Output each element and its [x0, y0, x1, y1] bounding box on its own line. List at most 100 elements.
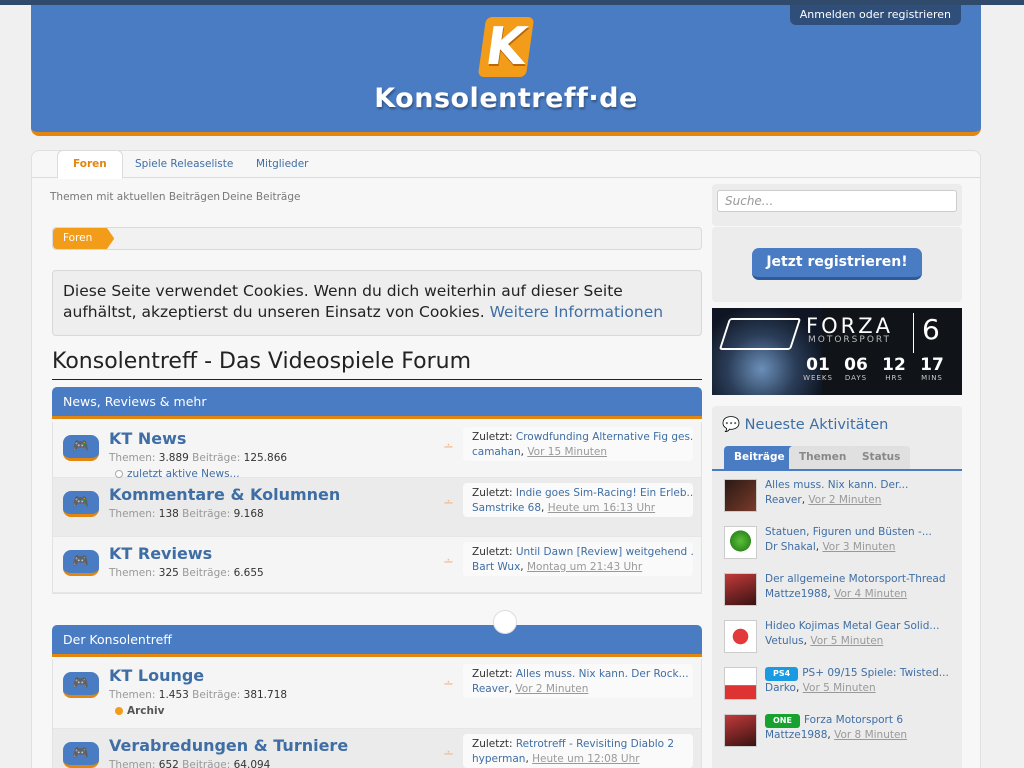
last-post-user[interactable]: Reaver [472, 683, 509, 695]
forum-stats: Themen: 1.453 Beiträge: 381.718 [109, 689, 288, 701]
activity-title[interactable]: 💬 Neueste Aktivitäten [722, 416, 888, 433]
last-post-link[interactable]: Crowdfunding Alternative Fig ges... [516, 431, 693, 443]
last-post-time[interactable]: Vor 15 Minuten [527, 446, 607, 458]
activity-time[interactable]: Vor 4 Minuten [834, 588, 907, 600]
activity-time[interactable]: Vor 5 Minuten [803, 682, 876, 694]
search-input[interactable]: Suche... [717, 190, 957, 212]
category-header-konsolentreff[interactable]: Der Konsolentreff [52, 625, 702, 657]
activity-box: 💬 Neueste Aktivitäten Beiträge Themen St… [712, 406, 962, 768]
forza-countdown-banner[interactable]: FORZA MOTORSPORT 6 01 WEEKS 06 DAYS 12 HRS … [712, 308, 962, 395]
activity-thread-link[interactable]: Hideo Kojimas Metal Gear Solid... [765, 620, 939, 632]
last-post: Zuletzt: Retrotreff - Revisiting Diablo … [463, 734, 693, 768]
forum-title[interactable]: Verabredungen & Turniere [109, 736, 348, 755]
avatar[interactable] [724, 526, 757, 559]
activity-thread-link[interactable]: Statuen, Figuren und Büsten -... [765, 526, 932, 538]
register-button[interactable]: Jetzt registrieren! [752, 248, 922, 280]
avatar[interactable] [724, 479, 757, 512]
title-divider [52, 379, 702, 380]
gamepad-icon: 🎮 [63, 672, 99, 698]
last-post-user[interactable]: hyperman [472, 753, 525, 765]
countdown-days: 06 DAYS [844, 355, 868, 382]
avatar[interactable] [724, 573, 757, 606]
main-nav: Foren Spiele Releaseliste Mitglieder [32, 150, 980, 179]
subnav-my-posts[interactable]: Deine Beiträge [222, 191, 301, 203]
tab-themen[interactable]: Themen [789, 446, 857, 469]
last-post-user[interactable]: Bart Wux [472, 561, 520, 573]
activity-user[interactable]: Vetulus [765, 635, 804, 647]
site-logo[interactable]: K Konsolentreff·de [31, 17, 981, 114]
activity-item: Alles muss. Nix kann. Der... Reaver, Vor … [724, 479, 959, 519]
tab-spiele-releaseliste[interactable]: Spiele Releaseliste [135, 158, 233, 170]
forum-title[interactable]: KT Lounge [109, 666, 204, 685]
activity-user[interactable]: Darko [765, 682, 796, 694]
rss-icon[interactable]: ∸ [443, 440, 454, 455]
logo-text: Konsolentreff·de [374, 83, 638, 114]
activity-thread-link[interactable]: Forza Motorsport 6 [804, 714, 903, 726]
last-post-link[interactable]: Retrotreff - Revisiting Diablo 2 [516, 738, 674, 750]
last-post-link[interactable]: Until Dawn [Review] weitgehend ... [516, 546, 693, 558]
activity-thread-link[interactable]: PS+ 09/15 Spiele: Twisted... [802, 667, 949, 679]
chat-icon: 💬 [722, 417, 741, 433]
last-post-time[interactable]: Vor 2 Minuten [515, 683, 588, 695]
avatar[interactable] [724, 714, 757, 747]
forum-node: 🎮 KT Lounge Themen: 1.453 Beiträge: 381.… [53, 659, 701, 729]
rss-icon[interactable]: ∸ [443, 496, 454, 511]
activity-user[interactable]: Reaver [765, 494, 802, 506]
tab-beitraege[interactable]: Beiträge [724, 446, 795, 469]
last-post: Zuletzt: Indie goes Sim-Racing! Ein Erle… [463, 483, 693, 517]
register-box: Jetzt registrieren! [712, 227, 962, 302]
activity-item: Hideo Kojimas Metal Gear Solid... Vetulus… [724, 620, 959, 660]
avatar[interactable] [724, 620, 757, 653]
forum-title[interactable]: KT News [109, 429, 186, 448]
tab-status[interactable]: Status [852, 446, 911, 469]
avatar[interactable] [724, 667, 757, 700]
forum-title[interactable]: Kommentare & Kolumnen [109, 485, 340, 504]
forza-logo-icon [718, 318, 802, 350]
scroll-top-button[interactable] [493, 610, 517, 634]
category-body-konsolentreff: 🎮 KT Lounge Themen: 1.453 Beiträge: 381.… [52, 659, 702, 768]
forum-node: 🎮 KT Reviews Themen: 325 Beiträge: 6.655… [53, 537, 701, 593]
activity-item: PS4 PS+ 09/15 Spiele: Twisted... Darko, Vo… [724, 667, 959, 707]
last-post-time[interactable]: Heute um 16:13 Uhr [548, 502, 655, 514]
last-post-link[interactable]: Alles muss. Nix kann. Der Rock... [516, 668, 689, 680]
subforum-dot-icon [115, 707, 123, 715]
cookie-more-link[interactable]: Weitere Informationen [490, 303, 663, 321]
rss-icon[interactable]: ∸ [443, 555, 454, 570]
ps4-badge: PS4 [765, 667, 799, 681]
activity-time[interactable]: Vor 2 Minuten [808, 494, 881, 506]
gamepad-icon: 🎮 [63, 491, 99, 517]
last-post-time[interactable]: Montag um 21:43 Uhr [527, 561, 642, 573]
activity-thread-link[interactable]: Der allgemeine Motorsport-Thread [765, 573, 946, 585]
rss-icon[interactable]: ∸ [443, 677, 454, 692]
last-post-user[interactable]: Samstrike 68 [472, 502, 541, 514]
page-title: Konsolentreff - Das Videospiele Forum [52, 349, 472, 374]
last-post: Zuletzt: Crowdfunding Alternative Fig ge… [463, 427, 693, 461]
forum-stats: Themen: 3.889 Beiträge: 125.866 [109, 452, 288, 464]
forum-node: 🎮 Verabredungen & Turniere Themen: 652 B… [53, 729, 701, 768]
tab-mitglieder[interactable]: Mitglieder [256, 158, 309, 170]
activity-item: Statuen, Figuren und Büsten -... Dr Shaka… [724, 526, 959, 566]
forum-node: 🎮 Kommentare & Kolumnen Themen: 138 Beit… [53, 478, 701, 537]
activity-user[interactable]: Dr Shakal [765, 541, 816, 553]
forum-title[interactable]: KT Reviews [109, 544, 212, 563]
subnav-new-posts[interactable]: Themen mit aktuellen Beiträgen [50, 191, 220, 203]
subforum-link[interactable]: Archiv [115, 705, 164, 717]
last-post-time[interactable]: Heute um 12:08 Uhr [532, 753, 639, 765]
activity-thread-link[interactable]: Alles muss. Nix kann. Der... [765, 479, 908, 491]
logo-k-icon: K [477, 17, 535, 77]
breadcrumb-foren[interactable]: Foren [53, 228, 115, 249]
activity-item: Der allgemeine Motorsport-Thread Mattze19… [724, 573, 959, 613]
last-post-user[interactable]: camahan [472, 446, 521, 458]
activity-time[interactable]: Vor 3 Minuten [822, 541, 895, 553]
tab-foren[interactable]: Foren [57, 150, 123, 179]
activity-user[interactable]: Mattze1988 [765, 588, 827, 600]
last-post-link[interactable]: Indie goes Sim-Racing! Ein Erleb... [516, 487, 693, 499]
activity-item: ONE Forza Motorsport 6 Mattze1988, Vor 8 M… [724, 714, 959, 754]
activity-time[interactable]: Vor 8 Minuten [834, 729, 907, 741]
activity-time[interactable]: Vor 5 Minuten [810, 635, 883, 647]
subforum-dot-icon [115, 470, 123, 478]
countdown-weeks: 01 WEEKS [803, 355, 833, 382]
rss-icon[interactable]: ∸ [443, 747, 454, 762]
category-header-news[interactable]: News, Reviews & mehr [52, 387, 702, 419]
activity-user[interactable]: Mattze1988 [765, 729, 827, 741]
